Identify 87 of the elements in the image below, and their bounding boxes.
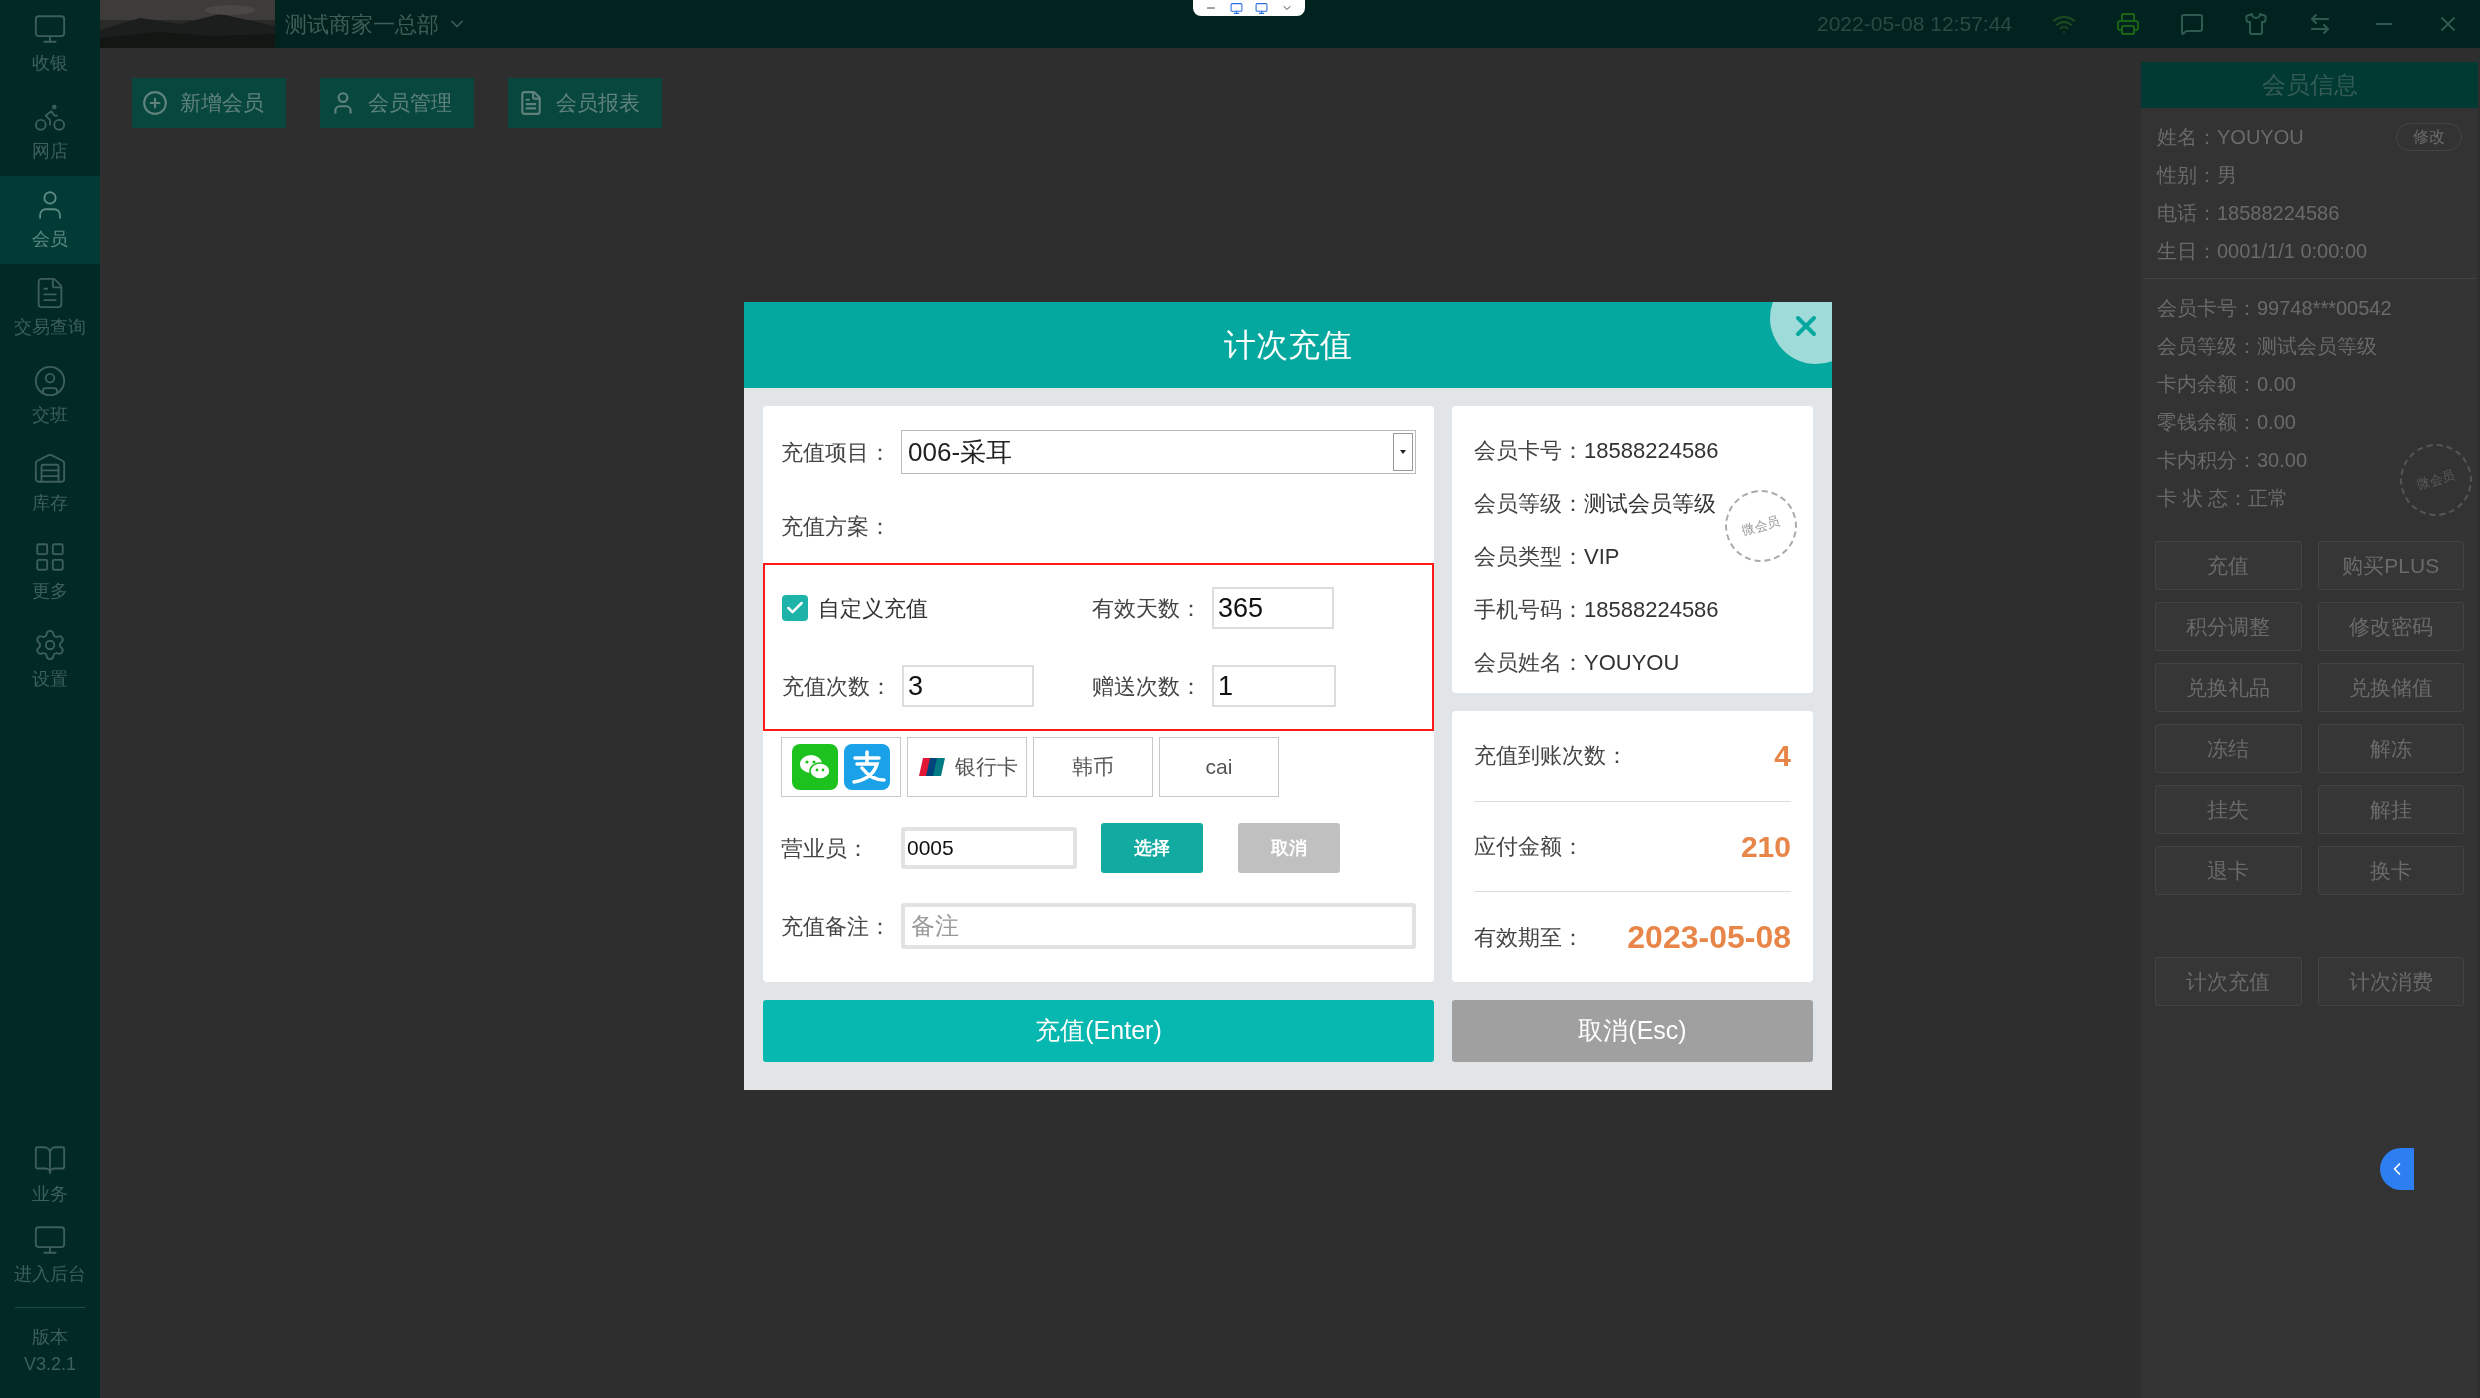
printer-icon[interactable] <box>2116 12 2140 36</box>
input-field[interactable]: 0005 <box>901 827 1077 869</box>
sidebar-item[interactable]: 收银 <box>0 0 100 88</box>
version-number: V3.2.1 <box>23 1353 76 1376</box>
cancel-button[interactable]: 取消 <box>1238 823 1340 873</box>
sidebar-label: 库存 <box>32 491 68 515</box>
checkbox[interactable] <box>782 595 808 621</box>
sidebar-label: 交班 <box>32 403 68 427</box>
payment-button[interactable]: 韩币 <box>1033 737 1153 797</box>
sidebar-label: 会员 <box>32 227 68 251</box>
sidebar-label: 进入后台 <box>14 1262 86 1286</box>
summary-label: 充值到账次数： <box>1474 742 1628 771</box>
dropdown-button[interactable] <box>1393 433 1413 471</box>
button-label: 会员报表 <box>556 90 640 117</box>
summary-value: 2023-05-08 <box>1627 918 1791 958</box>
sidebar-item[interactable]: 设置 <box>0 616 100 704</box>
summary-label: 有效期至： <box>1474 923 1584 952</box>
alipay-icon[interactable] <box>844 744 890 790</box>
info-label: 手机号码： <box>1474 596 1584 624</box>
info-value: 测试会员等级 <box>1584 490 1716 518</box>
sidebar-label: 交易查询 <box>14 315 86 339</box>
info-label: 会员等级： <box>1474 490 1584 518</box>
info-value: 18588224586 <box>1584 437 1719 465</box>
summary-value: 4 <box>1774 738 1791 775</box>
payment-button[interactable]: cai <box>1159 737 1279 797</box>
button-label: 会员管理 <box>368 90 452 117</box>
sidebar-item[interactable]: 交班 <box>0 352 100 440</box>
field-label: 有效天数： <box>1092 594 1203 623</box>
sidebar-label: 网店 <box>32 139 68 163</box>
monitor-icon[interactable] <box>1255 1 1269 15</box>
note-field[interactable]: 备注 <box>901 903 1416 949</box>
button-label: 新增会员 <box>180 90 264 117</box>
summary-label: 应付金额： <box>1474 833 1584 861</box>
field-label: 营业员： <box>781 834 870 863</box>
sidebar-icon <box>33 451 67 486</box>
sidebar-label: 更多 <box>32 579 68 603</box>
item-select[interactable]: 006-采耳 <box>901 430 1416 474</box>
info-label: 会员姓名： <box>1474 649 1584 677</box>
sidebar-item[interactable]: 会员 <box>0 176 100 264</box>
recharge-button[interactable]: 充值(Enter) <box>763 1000 1434 1062</box>
info-label: 会员卡号： <box>1474 437 1584 465</box>
sidebar-item[interactable]: 更多 <box>0 528 100 616</box>
dialog-title: 计次充值 <box>1224 326 1352 365</box>
select-button[interactable]: 选择 <box>1101 823 1203 873</box>
chat-icon[interactable] <box>2180 12 2204 36</box>
checkbox-label: 自定义充值 <box>818 594 928 623</box>
sidebar-label: 收银 <box>32 51 68 75</box>
version-label: 版本 <box>32 1326 68 1349</box>
sidebar-icon <box>33 627 67 662</box>
bank-card-button[interactable]: 银行卡 <box>907 737 1027 797</box>
toolbar-icon <box>142 90 168 116</box>
info-value: YOUYOU <box>1584 649 1680 677</box>
summary-value: 210 <box>1740 829 1791 865</box>
info-value: 18588224586 <box>1584 596 1719 624</box>
field-label: 赠送次数： <box>1092 672 1203 701</box>
input-field[interactable]: 365 <box>1212 587 1334 629</box>
sidebar-item[interactable]: 交易查询 <box>0 264 100 352</box>
toolbar-button[interactable]: 新增会员 <box>132 78 286 128</box>
cancel-button[interactable]: 取消(Esc) <box>1452 1000 1813 1062</box>
select-value: 006-采耳 <box>908 435 1014 469</box>
sidebar-icon <box>33 363 67 398</box>
field-label: 充值方案： <box>781 513 892 541</box>
button-label: 银行卡 <box>954 754 1018 781</box>
shirt-icon[interactable] <box>2244 12 2268 36</box>
store-name[interactable]: 测试商家一总部 <box>285 7 439 41</box>
toolbar-button[interactable]: 会员管理 <box>320 78 474 128</box>
sidebar-item[interactable]: 业务 <box>0 1135 100 1215</box>
input-field[interactable]: 3 <box>902 665 1034 707</box>
field-label: 充值项目： <box>781 438 892 467</box>
info-value: VIP <box>1584 543 1620 571</box>
sidebar-label: 设置 <box>32 667 68 691</box>
sidebar-item[interactable]: 进入后台 <box>0 1215 100 1295</box>
field-label: 充值备注： <box>781 912 892 941</box>
sidebar-label: 业务 <box>32 1182 68 1206</box>
input-field[interactable]: 1 <box>1212 665 1336 707</box>
toolbar-icon <box>518 90 544 116</box>
field-label: 充值次数： <box>782 672 893 701</box>
info-label: 会员类型： <box>1474 543 1584 571</box>
sidebar-item[interactable]: 网店 <box>0 88 100 176</box>
payment-button[interactable] <box>781 737 901 797</box>
swap-icon[interactable] <box>2308 12 2332 36</box>
chat-bubbles-icon[interactable] <box>792 744 838 790</box>
sidebar-item[interactable]: 库存 <box>0 440 100 528</box>
toolbar-button[interactable]: 会员报表 <box>508 78 662 128</box>
caret-icon <box>1400 450 1406 454</box>
bank-card-icon <box>916 757 947 777</box>
monitor-icon[interactable] <box>1229 1 1243 15</box>
